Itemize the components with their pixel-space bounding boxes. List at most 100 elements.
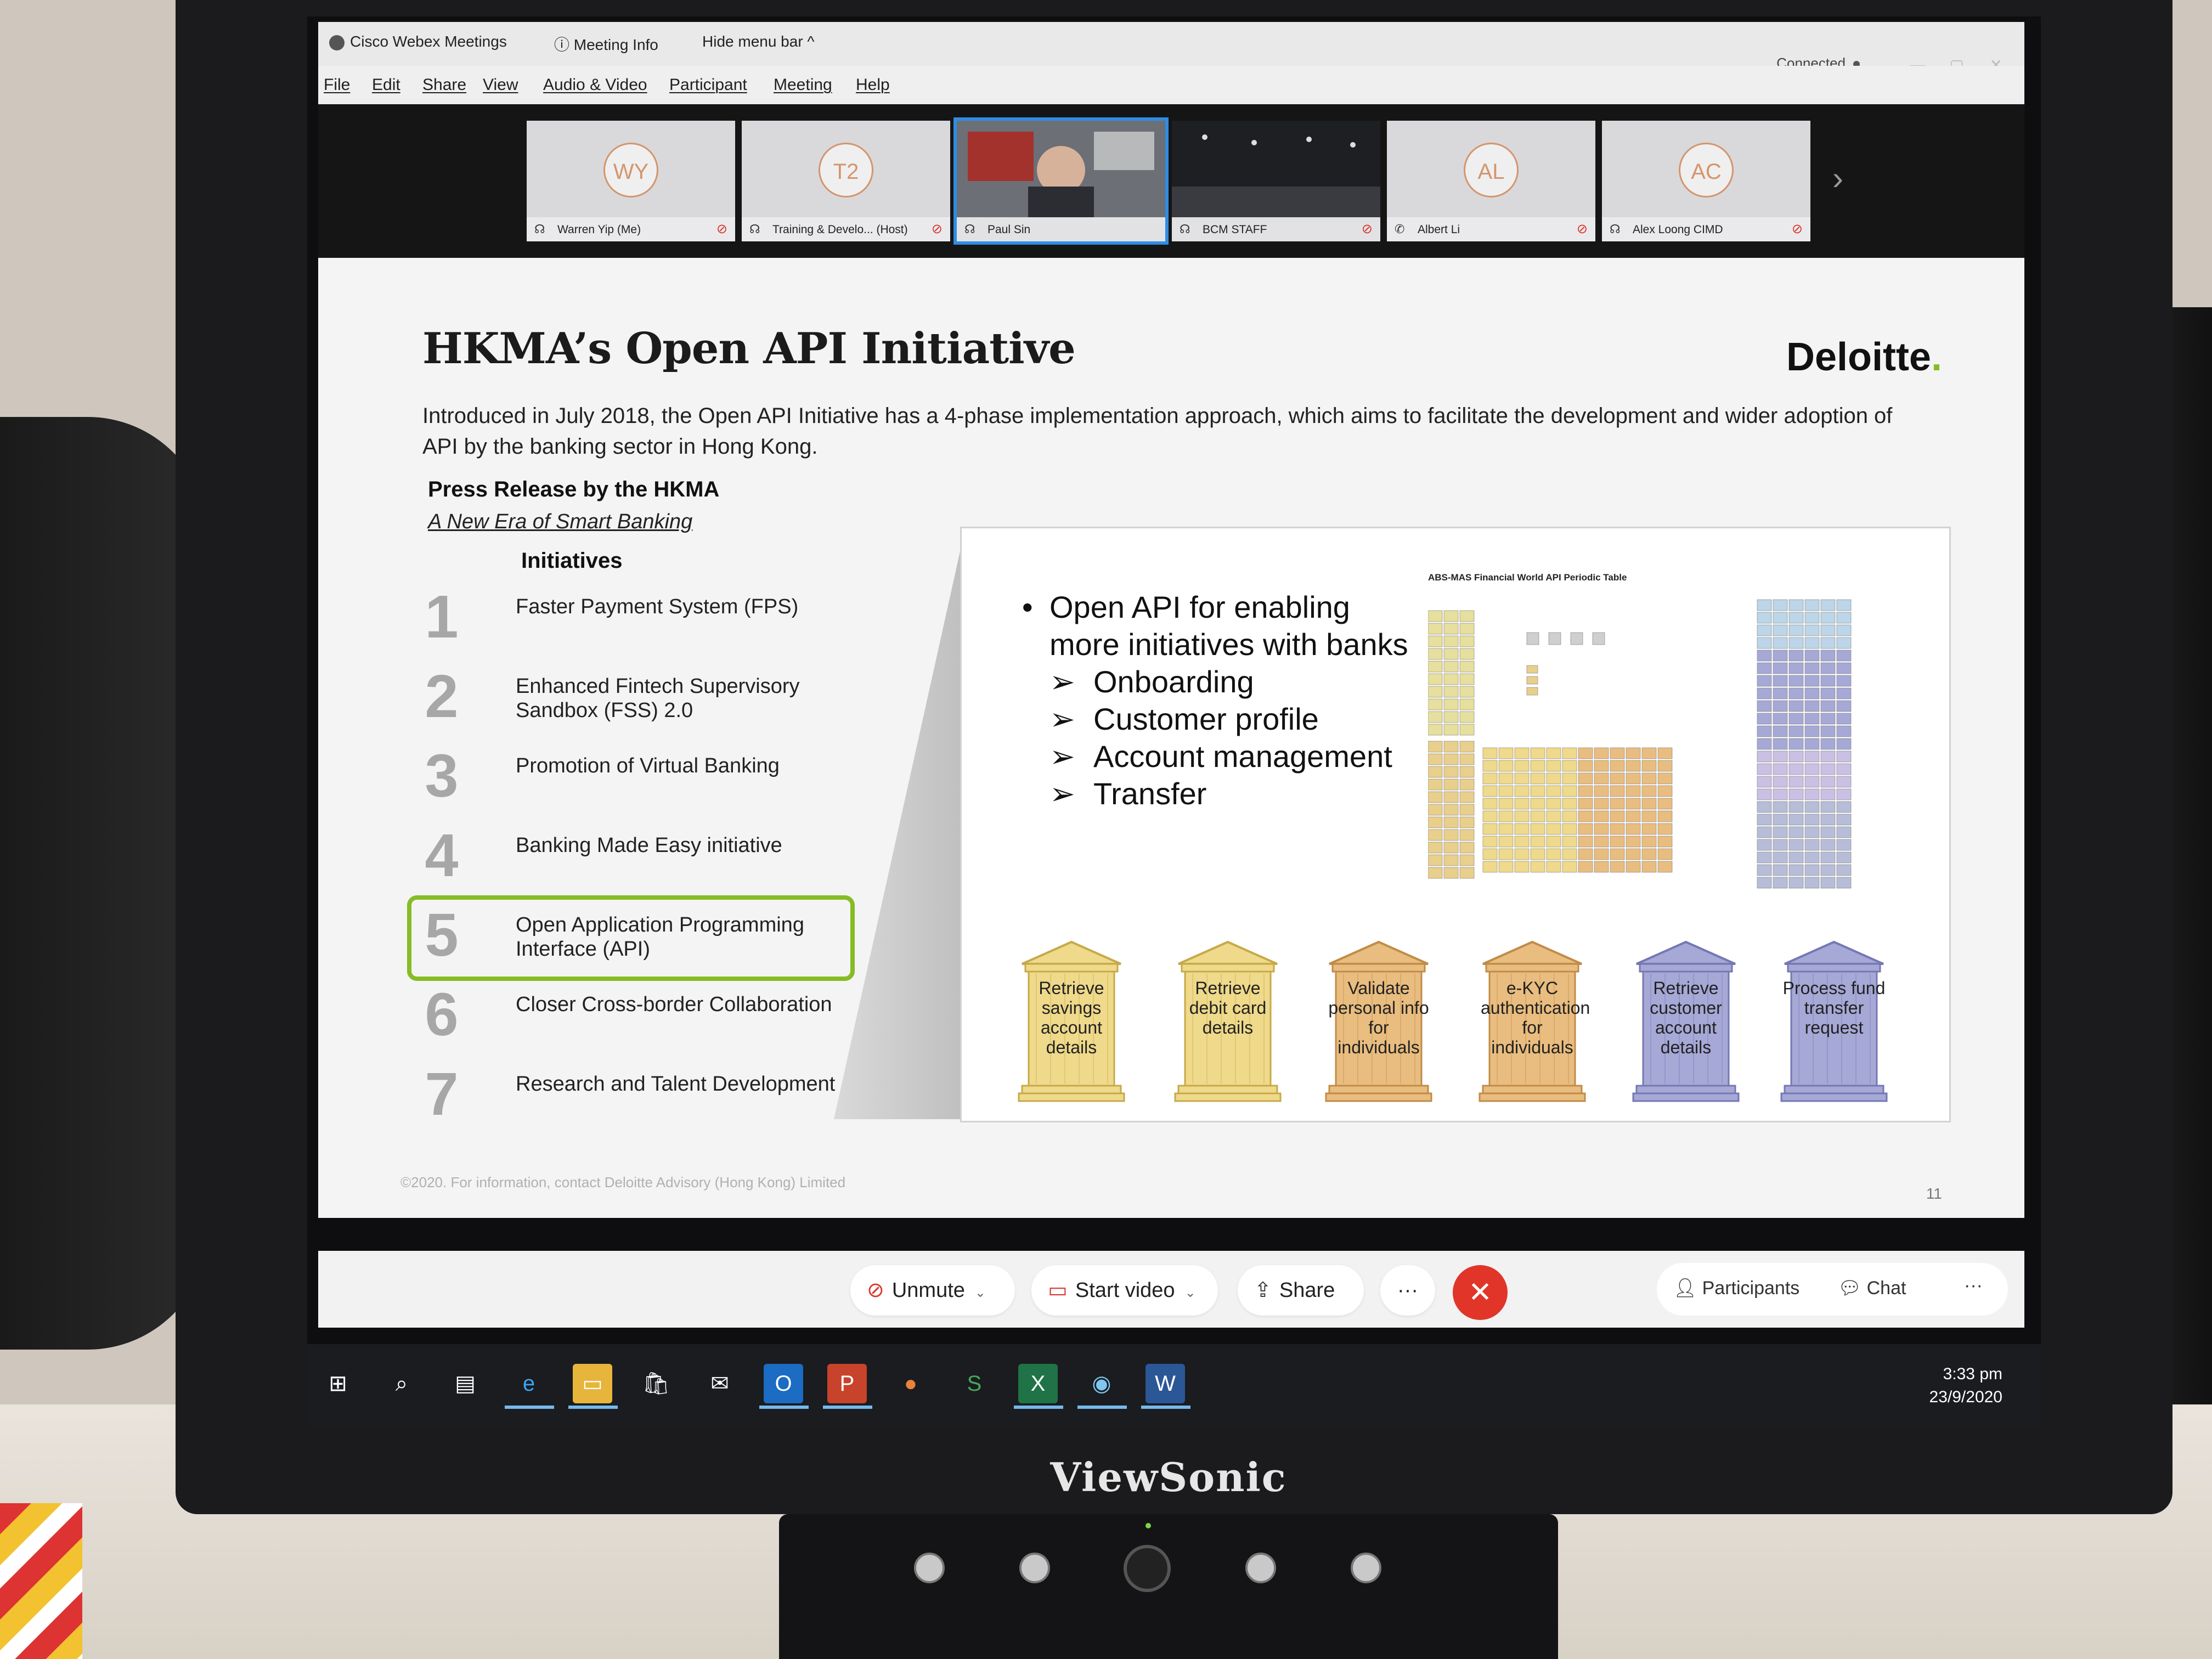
file-explorer-icon[interactable]: ▭ (573, 1364, 612, 1403)
avatar: AL (1464, 143, 1519, 198)
word-icon[interactable]: W (1146, 1364, 1185, 1403)
api-tile (1788, 788, 1804, 800)
running-indicator (1014, 1406, 1063, 1409)
unmute-button[interactable]: ⊘ Unmute ⌄ (850, 1265, 1015, 1316)
api-tile (1482, 760, 1498, 772)
api-tile (1482, 747, 1498, 759)
participant-name: Alex Loong CIMD (1633, 223, 1723, 236)
press-release-link[interactable]: A New Era of Smart Banking (428, 510, 692, 534)
menu-edit[interactable]: Edit (372, 76, 400, 94)
webex-taskbar-icon[interactable]: ◉ (1082, 1364, 1121, 1403)
monitor-power-button[interactable] (1124, 1545, 1171, 1592)
api-tile (1514, 785, 1530, 797)
app-flame-icon[interactable]: ● (891, 1364, 930, 1403)
api-tile (1657, 772, 1673, 785)
windows-start-icon[interactable]: ⊞ (318, 1364, 358, 1403)
api-tile (1836, 877, 1852, 889)
app-green-icon[interactable]: S (955, 1364, 994, 1403)
participant-tile-training[interactable]: T2 ☊ Training & Develo... (Host) ⊘ (742, 121, 950, 241)
participant-tile-alex[interactable]: AC ☊ Alex Loong CIMD ⊘ (1602, 121, 1810, 241)
menu-meeting[interactable]: Meeting (774, 76, 832, 94)
chat-button[interactable]: 💬︎ Chat (1838, 1277, 1906, 1299)
headset-icon: ☊ (749, 222, 760, 236)
api-tile (1546, 760, 1561, 772)
running-indicator (1077, 1406, 1127, 1409)
api-tile (1428, 867, 1443, 879)
powerpoint-icon[interactable]: P (827, 1364, 867, 1403)
api-tile (1428, 791, 1443, 803)
api-tile (1836, 637, 1852, 649)
end-call-button[interactable]: ✕ (1453, 1265, 1508, 1320)
api-tile (1610, 798, 1625, 810)
more-options-button[interactable]: ··· (1380, 1265, 1435, 1316)
initiative-item: 1 Faster Payment System (FPS) (411, 582, 850, 658)
menu-file[interactable]: File (324, 76, 350, 94)
api-tile (1773, 599, 1788, 611)
api-tile (1443, 778, 1459, 791)
menu-help[interactable]: Help (856, 76, 890, 94)
pillar-savings-account: Retrieve savings account details (1017, 940, 1126, 1104)
menu-view[interactable]: View (483, 76, 518, 94)
api-tile (1498, 798, 1514, 810)
store-icon[interactable]: 🛍︎ (636, 1364, 676, 1403)
monitor-button-2[interactable] (1019, 1553, 1050, 1583)
hide-menu-bar-button[interactable]: Hide menu bar ^ (702, 33, 815, 50)
api-tile (1626, 810, 1641, 822)
api-tile (1578, 848, 1593, 860)
api-tile (1530, 747, 1545, 759)
api-tile (1641, 747, 1657, 759)
taskbar-clock[interactable]: 3:33 pm 23/9/2020 (1929, 1363, 2002, 1409)
participant-tile-albert[interactable]: AL ✆ Albert Li ⊘ (1387, 121, 1595, 241)
api-tile (1514, 798, 1530, 810)
search-icon[interactable]: ⌕ (382, 1364, 421, 1403)
participant-tile-warren[interactable]: WY ☊ Warren Yip (Me) ⊘ (527, 121, 735, 241)
api-tile (1530, 760, 1545, 772)
meeting-info-button[interactable]: ⓘ Meeting Info (554, 33, 658, 55)
more-panels-button[interactable]: ··· (1964, 1275, 1983, 1296)
api-tile (1773, 801, 1788, 813)
api-tile (1443, 741, 1459, 753)
monitor-button-3[interactable] (1245, 1553, 1276, 1583)
outlook-icon[interactable]: O (764, 1364, 803, 1403)
api-tile (1428, 610, 1443, 622)
api-tile (1428, 648, 1443, 660)
api-tile (1804, 662, 1820, 674)
api-tile (1773, 637, 1788, 649)
initiative-number: 4 (425, 822, 459, 889)
menu-share[interactable]: Share (422, 76, 466, 94)
background-box (0, 1503, 82, 1659)
next-participants-chevron-icon[interactable]: › (1832, 159, 1843, 197)
participant-tile-bcm-staff[interactable]: ☊ BCM STAFF ⊘ (1172, 121, 1380, 241)
api-tile (1757, 751, 1772, 763)
share-button[interactable]: ⇪ Share (1238, 1265, 1364, 1316)
api-tile (1443, 829, 1459, 841)
start-video-button[interactable]: ▭ Start video ⌄ (1031, 1265, 1218, 1316)
participants-button[interactable]: 👤︎ Participants (1673, 1277, 1799, 1299)
excel-icon[interactable]: X (1018, 1364, 1058, 1403)
monitor-button-4[interactable] (1351, 1553, 1381, 1583)
running-indicator (568, 1406, 618, 1409)
api-tile (1459, 766, 1475, 778)
api-tile (1578, 760, 1593, 772)
pillar-label: Retrieve savings account details (1039, 978, 1104, 1057)
menu-audio-video[interactable]: Audio & Video (543, 76, 647, 94)
participant-tile-paul-active-speaker[interactable]: ☊ Paul Sin (953, 117, 1169, 245)
api-tile (1820, 662, 1836, 674)
task-view-icon[interactable]: ▤ (445, 1364, 485, 1403)
open-api-callout-panel: Open API for enabling more initiatives w… (960, 527, 1951, 1122)
edge-browser-icon[interactable]: e (509, 1364, 549, 1403)
api-tile (1514, 836, 1530, 848)
api-tile (1804, 851, 1820, 864)
api-tile (1773, 776, 1788, 788)
monitor-button-1[interactable] (914, 1553, 945, 1583)
api-tile (1804, 751, 1820, 763)
menu-participant[interactable]: Participant (669, 76, 747, 94)
api-periodic-table-graphic (1428, 599, 1852, 889)
chevron-down-icon: ⌄ (1184, 1285, 1196, 1300)
api-tile (1594, 772, 1609, 785)
mail-icon[interactable]: ✉ (700, 1364, 740, 1403)
muted-mic-icon: ⊘ (1791, 222, 1803, 236)
api-tile (1610, 848, 1625, 860)
headset-icon: ☊ (534, 222, 545, 236)
api-tile (1836, 864, 1852, 876)
